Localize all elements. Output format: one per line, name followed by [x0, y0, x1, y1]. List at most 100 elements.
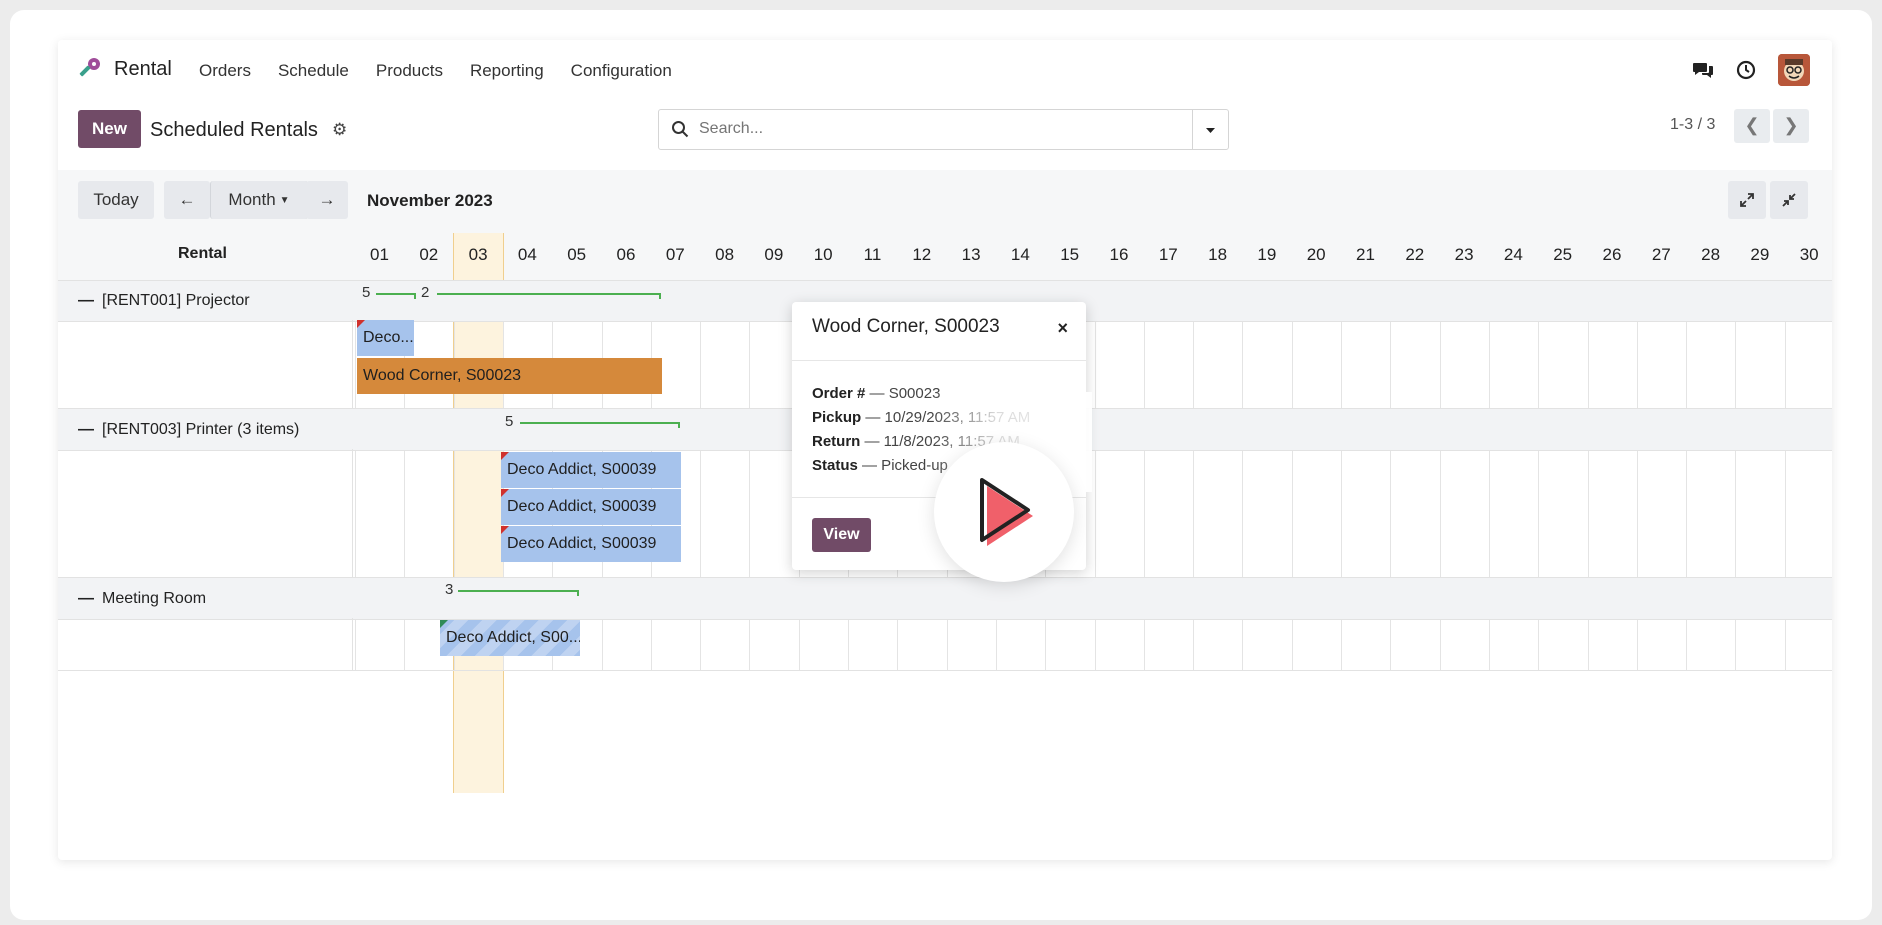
group-name: [RENT003] Printer (3 items) — [102, 421, 300, 438]
group-label: — Meeting Room — [78, 590, 206, 608]
rental-key-icon[interactable] — [76, 56, 102, 82]
search-input[interactable] — [699, 120, 1139, 138]
gantt-pill[interactable]: Deco Addict, S00039 — [501, 526, 681, 562]
group-label: — [RENT001] Projector — [78, 292, 250, 310]
availability-counter: 3 — [445, 581, 454, 598]
day-header: 27 — [1651, 245, 1671, 264]
today-button[interactable]: Today — [78, 181, 154, 219]
view-button[interactable]: View — [812, 518, 871, 552]
today-label: Today — [93, 190, 139, 209]
detail-label: Order # — [812, 385, 866, 402]
day-header: 19 — [1257, 245, 1277, 264]
day-header: 16 — [1109, 245, 1129, 264]
app-brand[interactable]: Rental — [114, 58, 172, 81]
pager-previous-button[interactable]: ❮ — [1734, 109, 1770, 143]
chat-icon[interactable] — [1692, 60, 1714, 80]
collapse-minus-icon: — — [78, 421, 94, 438]
gantt-pill[interactable]: Deco Addict, S00039 — [501, 489, 681, 525]
day-header: 04 — [517, 245, 537, 264]
scale-label: Month — [228, 190, 276, 209]
collapse-rows-button[interactable] — [1770, 181, 1808, 219]
day-header: 30 — [1799, 245, 1819, 264]
previous-period-button[interactable]: ← — [164, 181, 210, 219]
availability-line — [437, 293, 661, 299]
day-header: 18 — [1208, 245, 1228, 264]
day-header: 29 — [1750, 245, 1770, 264]
gantt-pill[interactable]: Deco Addict, S00... — [440, 620, 580, 656]
late-flag-icon — [501, 452, 509, 460]
day-header: 23 — [1454, 245, 1474, 264]
video-play-button[interactable] — [934, 442, 1074, 582]
pager-value[interactable]: 1-3 / 3 — [1670, 116, 1715, 134]
day-header: 12 — [912, 245, 932, 264]
user-avatar[interactable] — [1778, 54, 1810, 86]
clock-icon[interactable] — [1736, 60, 1756, 80]
next-period-button[interactable]: → — [306, 181, 348, 219]
collapse-icon — [1782, 193, 1796, 207]
detail-value: — S00023 — [869, 385, 941, 402]
top-navbar: Rental Orders Schedule Products Reportin… — [58, 40, 1832, 100]
menu-configuration[interactable]: Configuration — [571, 61, 672, 81]
breadcrumb-title: Scheduled Rentals — [150, 119, 318, 141]
new-button[interactable]: New — [78, 110, 141, 148]
day-header: 11 — [863, 245, 882, 264]
chevron-left-icon: ❮ — [1744, 115, 1760, 135]
search-box — [658, 109, 1229, 150]
day-header: 21 — [1356, 245, 1375, 264]
pill-label: Deco Addict, S00039 — [507, 535, 657, 552]
group-row-meeting-room[interactable]: — Meeting Room — [58, 577, 1832, 620]
pill-label: Deco Addict, S00... — [446, 629, 580, 646]
close-icon[interactable]: × — [1057, 318, 1068, 339]
day-header: 22 — [1405, 245, 1425, 264]
menu-schedule[interactable]: Schedule — [278, 61, 349, 81]
menu-products[interactable]: Products — [376, 61, 443, 81]
day-header: 05 — [567, 245, 587, 264]
main-menu: Orders Schedule Products Reporting Confi… — [199, 61, 672, 81]
late-flag-icon — [357, 320, 365, 328]
chevron-right-icon: ❯ — [1783, 115, 1799, 135]
avatar-face-icon — [1778, 54, 1810, 86]
status-flag-icon — [440, 620, 448, 628]
menu-orders[interactable]: Orders — [199, 61, 251, 81]
pager-next-button[interactable]: ❯ — [1773, 109, 1809, 143]
day-header: 20 — [1306, 245, 1326, 264]
day-header: 28 — [1701, 245, 1721, 264]
gantt-pill-selected[interactable]: Wood Corner, S00023 — [357, 358, 662, 394]
day-header: 24 — [1503, 245, 1523, 264]
day-header: 03 — [468, 245, 488, 264]
availability-counter: 5 — [505, 413, 514, 430]
day-header: 07 — [665, 245, 685, 264]
day-header: 25 — [1553, 245, 1573, 264]
play-icon — [980, 478, 1033, 546]
label-column-separator — [352, 449, 353, 577]
expand-rows-button[interactable] — [1728, 181, 1766, 219]
menu-reporting[interactable]: Reporting — [470, 61, 544, 81]
detail-label: Pickup — [812, 409, 862, 426]
label-column-separator — [352, 618, 353, 670]
search-icon — [672, 121, 689, 138]
gantt-pill[interactable]: Deco... — [357, 320, 414, 356]
availability-line — [520, 422, 680, 428]
app-window: Rental Orders Schedule Products Reportin… — [58, 40, 1832, 860]
day-header: 17 — [1158, 245, 1178, 264]
day-header: 06 — [616, 245, 636, 264]
scale-dropdown[interactable]: Month ▼ — [210, 181, 308, 219]
popover-title: Wood Corner, S00023 — [812, 316, 1000, 337]
day-header: 15 — [1060, 245, 1080, 264]
availability-counter: 2 — [421, 284, 430, 301]
search-options-toggle[interactable] — [1192, 110, 1228, 149]
arrow-right-icon: → — [318, 190, 336, 209]
detail-label: Status — [812, 457, 858, 474]
day-header: 13 — [961, 245, 981, 264]
caret-down-icon — [1206, 128, 1215, 133]
navbar-systray — [1692, 54, 1810, 86]
pill-label: Deco Addict, S00039 — [507, 461, 657, 478]
popover-header: Wood Corner, S00023 × — [792, 302, 1086, 361]
row-divider — [58, 670, 1832, 671]
gear-icon[interactable]: ⚙ — [332, 120, 347, 140]
gantt-pill[interactable]: Deco Addict, S00039 — [501, 452, 681, 488]
availability-counter: 5 — [362, 284, 371, 301]
collapse-minus-icon: — — [78, 590, 94, 607]
pill-label: Deco... — [363, 329, 414, 346]
pill-label: Deco Addict, S00039 — [507, 498, 657, 515]
